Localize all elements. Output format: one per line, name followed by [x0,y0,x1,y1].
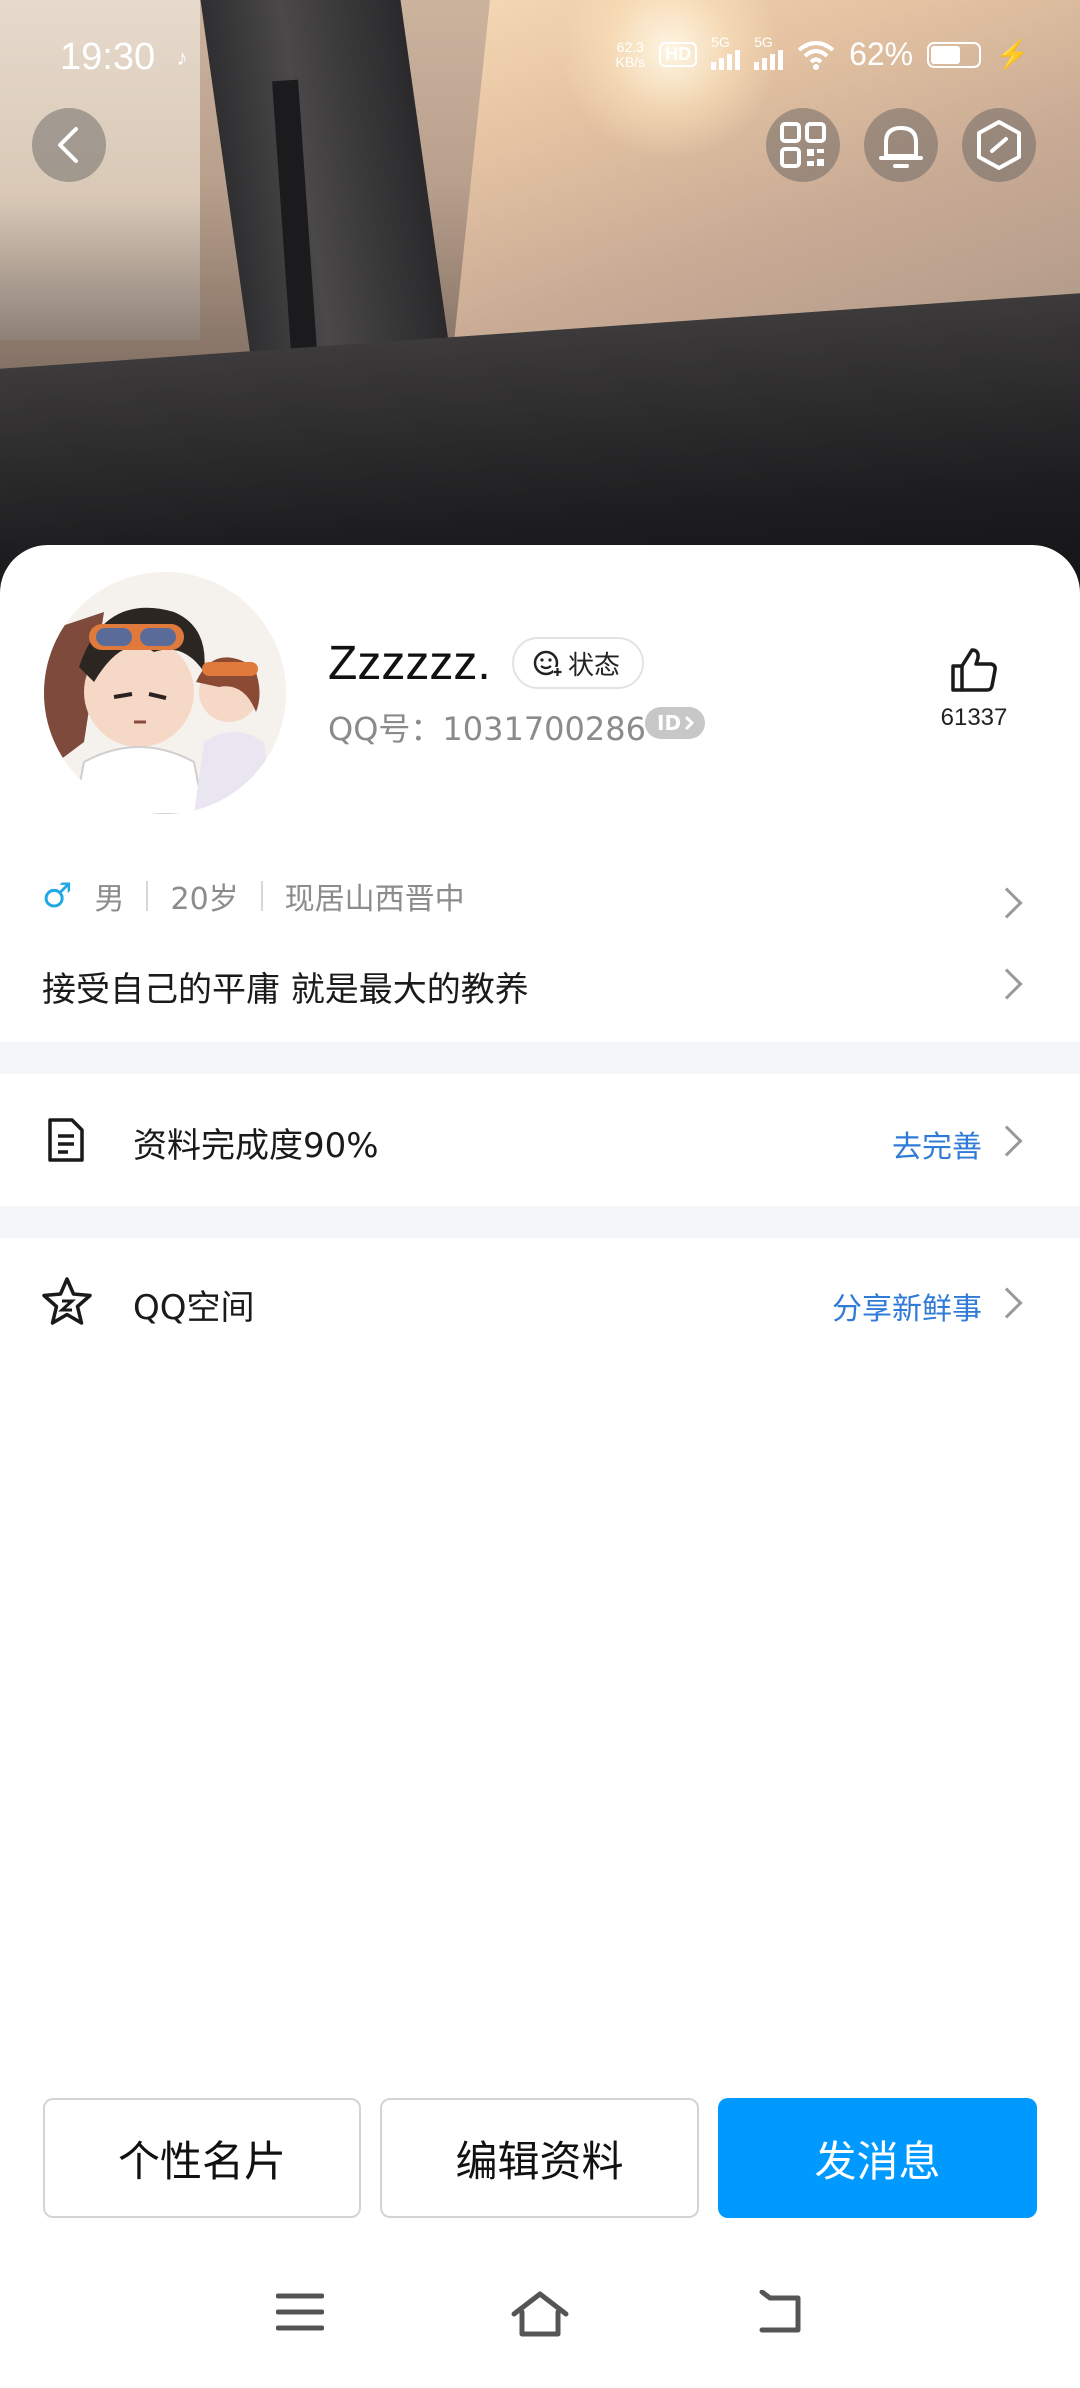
id-badge-label: ID [657,711,682,735]
settings-button[interactable] [962,108,1036,182]
divider [260,881,263,911]
status-bar: 19:30 ♪ 62.3 KB/s HD 5G 5G 62% ⚡ [0,30,1080,90]
wifi-icon [797,40,835,70]
smiley-plus-icon [533,650,562,676]
avatar-anime-illustration [44,572,286,814]
battery-icon [927,41,982,68]
qr-code-icon [780,122,826,168]
section-divider [0,1042,1080,1074]
network-speed-value: 62.3 [616,38,644,55]
profile-card-button[interactable]: 个性名片 [43,2098,361,2218]
location: 现居山西晋中 [284,882,465,917]
edit-profile-button[interactable]: 编辑资料 [380,2098,699,2218]
avatar[interactable] [40,568,290,818]
gender: 男 [94,882,125,917]
profile-completion-title: 资料完成度90% [133,1126,379,1166]
complete-profile-link[interactable]: 去完善 [892,1122,982,1166]
qq-number[interactable]: QQ号：1031700286 [328,704,646,750]
qr-code-button[interactable] [766,108,840,182]
basic-info-line[interactable]: ♂ 男 20岁 现居山西晋中 [42,874,465,918]
home-icon[interactable] [510,2290,570,2338]
qzone-title: QQ空间 [133,1288,255,1328]
charging-icon: ⚡ [995,39,1030,70]
signature[interactable]: 接受自己的平庸 就是最大的教养 [42,962,529,1011]
signal-sim2-icon: 5G [754,34,784,70]
send-message-button[interactable]: 发消息 [718,2098,1037,2218]
star-icon [42,1277,92,1325]
like-count: 61337 [940,704,1008,731]
back-button[interactable] [32,108,106,182]
notifications-button[interactable] [864,108,938,182]
id-badge[interactable]: ID [645,707,706,739]
signal-sim1-icon: 5G [711,34,741,70]
age: 20岁 [170,882,239,917]
back-nav-icon[interactable] [756,2290,806,2336]
battery-percent: 62% [849,36,914,72]
like-button[interactable]: 61337 [928,646,1020,732]
share-news-link[interactable]: 分享新鲜事 [832,1284,982,1328]
status-button[interactable]: 状态 [512,637,645,689]
battery-fill [931,45,961,64]
section-divider [0,1206,1080,1238]
status-label: 状态 [568,650,621,681]
chevron-left-icon [58,127,78,163]
sim1-label: 5G [711,33,730,50]
chevron-right-icon [684,715,695,731]
document-icon [48,1118,84,1162]
profile-name: Zzzzzz. [328,637,491,690]
hd-voice-icon: HD [659,42,698,67]
hexagon-settings-icon [977,120,1021,170]
divider [146,881,149,911]
sim2-label: 5G [754,33,773,50]
male-icon: ♂ [42,876,73,916]
bell-icon [879,126,923,168]
menu-icon[interactable] [276,2290,324,2334]
thumbs-up-icon [951,648,997,692]
cover-photo[interactable] [0,0,1080,600]
tiktok-notification-icon: ♪ [176,45,188,70]
network-speed: 62.3 KB/s [615,38,646,70]
status-time: 19:30 [60,36,156,78]
network-speed-unit: KB/s [615,53,646,70]
